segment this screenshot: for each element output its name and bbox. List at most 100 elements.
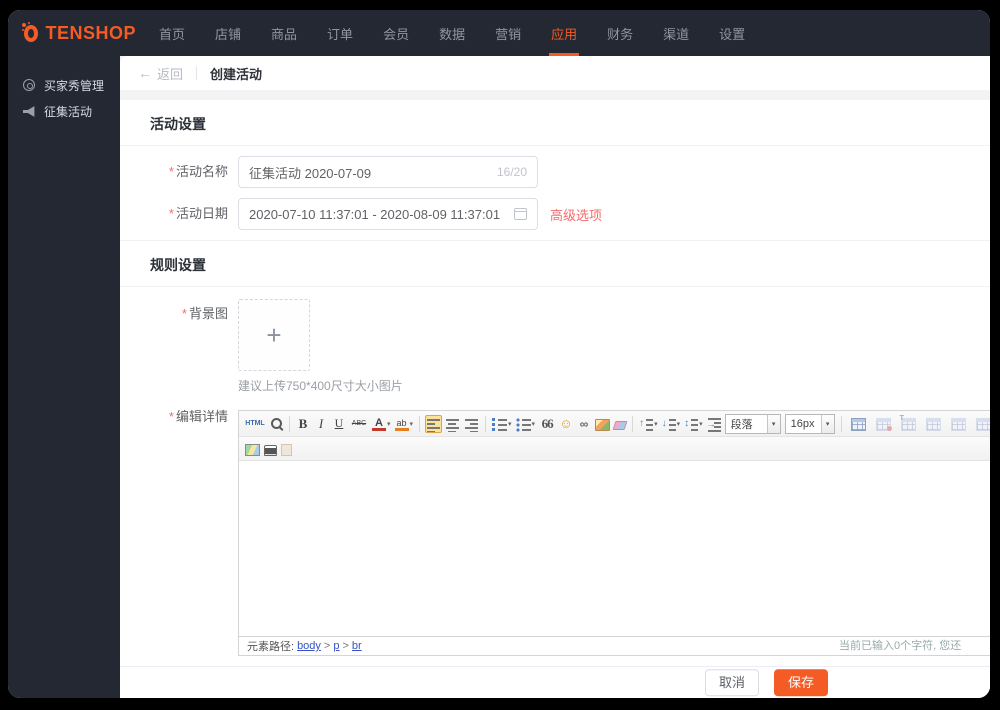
- chevron-down-icon: ▾: [387, 420, 391, 428]
- chevron-down-icon: ▾: [766, 414, 780, 433]
- background-upload-hint: 建议上传750*400尺寸大小图片: [238, 379, 403, 393]
- insert-link-button[interactable]: ∞: [576, 415, 592, 433]
- underline-button[interactable]: U: [331, 415, 347, 433]
- back-button[interactable]: ← 返回: [138, 64, 183, 83]
- paragraph-style-value: 段落: [730, 418, 753, 431]
- circle-dot-icon: [23, 79, 35, 91]
- line-height-button[interactable]: ↕ ▾: [683, 415, 704, 433]
- insert-table-button[interactable]: [847, 415, 870, 432]
- plus-icon: +: [266, 319, 282, 350]
- paste-button[interactable]: [280, 441, 293, 457]
- nav-item-goods[interactable]: 商品: [256, 10, 312, 56]
- source-html-button[interactable]: HTML: [244, 415, 266, 433]
- merge-cells-button[interactable]: [922, 415, 945, 432]
- preview-button[interactable]: [268, 415, 284, 433]
- chevron-down-icon: ▾: [820, 414, 834, 433]
- nav-item-data[interactable]: 数据: [424, 10, 480, 56]
- underline-icon: U: [334, 416, 344, 430]
- insert-map-icon: [245, 443, 260, 456]
- sidebar-item-label: 征集活动: [44, 104, 93, 119]
- element-path-body-link[interactable]: body: [297, 640, 321, 652]
- megaphone-icon: [23, 106, 35, 117]
- paragraph-spacing-bottom-button[interactable]: ↓ ▾: [661, 415, 682, 433]
- activity-date-label: * 活动日期: [168, 206, 228, 221]
- delete-table-icon: [875, 418, 892, 431]
- toolbar-separator: [485, 415, 487, 432]
- highlight-color-button[interactable]: ab ▾: [394, 415, 415, 432]
- indent-button[interactable]: →: [706, 415, 722, 433]
- chevron-down-icon: ▾: [654, 420, 658, 428]
- nav-item-apps[interactable]: 应用: [536, 10, 592, 56]
- align-center-button[interactable]: [444, 415, 461, 433]
- background-upload-box[interactable]: +: [238, 299, 310, 371]
- remove-format-icon: [612, 421, 628, 430]
- page-title: 创建活动: [210, 66, 263, 82]
- brand-logo[interactable]: TENSHOP: [8, 10, 136, 56]
- paragraph-style-dropdown[interactable]: 段落 ▾: [724, 413, 781, 434]
- ordered-list-button[interactable]: ▾: [491, 415, 513, 433]
- insert-col-left-button[interactable]: [947, 415, 970, 432]
- print-button[interactable]: [263, 441, 278, 457]
- back-label: 返回: [157, 66, 184, 82]
- chevron-down-icon: ▾: [531, 420, 536, 428]
- insert-image-icon: [595, 418, 611, 431]
- sidebar-item-collect-activity[interactable]: 征集活动: [8, 98, 120, 124]
- editor-toolbar-row1: HTML B I U ABC A ▾ ab ▾ ▾ ▾ 66 ☺ ∞ ↑ ▾ ↓ ▾ ↕ ▾ → 段落 ▾ 16px ▾: [239, 411, 990, 437]
- insert-col-right-icon: [975, 418, 990, 431]
- nav-item-marketing[interactable]: 营销: [480, 10, 536, 56]
- element-path-p-link[interactable]: p: [333, 640, 339, 652]
- activity-name-input[interactable]: 征集活动 2020-07-09 16/20: [238, 156, 538, 188]
- save-button[interactable]: 保存: [774, 668, 829, 697]
- strikethrough-button[interactable]: ABC: [349, 415, 369, 433]
- toolbar-separator: [840, 415, 842, 432]
- italic-button[interactable]: I: [313, 415, 329, 433]
- delete-table-button[interactable]: [872, 415, 895, 432]
- font-color-button[interactable]: A ▾: [371, 415, 392, 432]
- word-count: 当前已输入0个字符, 您还: [839, 640, 962, 652]
- required-asterisk: *: [168, 206, 174, 221]
- align-left-button[interactable]: [425, 414, 443, 433]
- advanced-options-link[interactable]: 高级选项: [550, 205, 602, 224]
- chevron-down-icon: ▾: [699, 420, 703, 428]
- font-color-icon: A: [372, 417, 386, 431]
- editor-status-bar: 元素路径: body > p > br 当前已输入0个字符, 您还: [239, 636, 990, 655]
- chevron-down-icon: ▾: [409, 420, 414, 428]
- page-header: ← 返回 创建活动: [120, 56, 990, 90]
- left-sidebar: 买家秀管理 征集活动: [8, 56, 120, 698]
- nav-item-settings[interactable]: 设置: [704, 10, 760, 56]
- nav-item-home[interactable]: 首页: [144, 10, 200, 56]
- background-image-label: * 背景图: [181, 306, 228, 321]
- toolbar-separator: [632, 415, 634, 432]
- remove-format-button[interactable]: [612, 416, 628, 431]
- bold-button[interactable]: B: [295, 415, 311, 433]
- cancel-button[interactable]: 取消: [705, 668, 760, 697]
- nav-item-members[interactable]: 会员: [368, 10, 424, 56]
- italic-icon: I: [318, 415, 324, 431]
- element-path-br-link[interactable]: br: [352, 640, 362, 652]
- nav-item-channels[interactable]: 渠道: [648, 10, 704, 56]
- table-header-button[interactable]: [897, 415, 920, 432]
- nav-item-finance[interactable]: 财务: [592, 10, 648, 56]
- nav-item-orders[interactable]: 订单: [312, 10, 368, 56]
- nav-item-shop[interactable]: 店铺: [200, 10, 256, 56]
- indent-icon: →: [706, 415, 721, 432]
- table-header-icon: [900, 415, 916, 431]
- insert-image-button[interactable]: [594, 416, 611, 432]
- align-right-button[interactable]: [463, 415, 480, 433]
- paste-icon: [281, 443, 292, 456]
- insert-col-right-button[interactable]: [972, 415, 990, 432]
- activity-date-input[interactable]: 2020-07-10 11:37:01 - 2020-08-09 11:37:0…: [238, 198, 538, 230]
- blockquote-button[interactable]: 66: [538, 415, 556, 433]
- sidebar-item-buyer-show[interactable]: 买家秀管理: [8, 72, 120, 98]
- emoji-button[interactable]: ☺: [558, 415, 574, 433]
- paragraph-spacing-top-button[interactable]: ↑ ▾: [638, 415, 659, 433]
- ordered-list-icon: [492, 415, 508, 432]
- editor-content-area[interactable]: [239, 461, 990, 636]
- font-size-dropdown[interactable]: 16px ▾: [784, 413, 835, 434]
- insert-map-button[interactable]: [244, 441, 261, 457]
- chevron-down-icon: ▾: [508, 420, 512, 428]
- form-row-activity-date: * 活动日期 2020-07-10 11:37:01 - 2020-08-09 1…: [120, 198, 990, 230]
- top-navbar: TENSHOP 首页 店铺 商品 订单 会员 数据 营销 应用 财务 渠道 设置: [8, 10, 990, 56]
- unordered-list-icon: [515, 415, 531, 432]
- unordered-list-button[interactable]: ▾: [515, 415, 537, 433]
